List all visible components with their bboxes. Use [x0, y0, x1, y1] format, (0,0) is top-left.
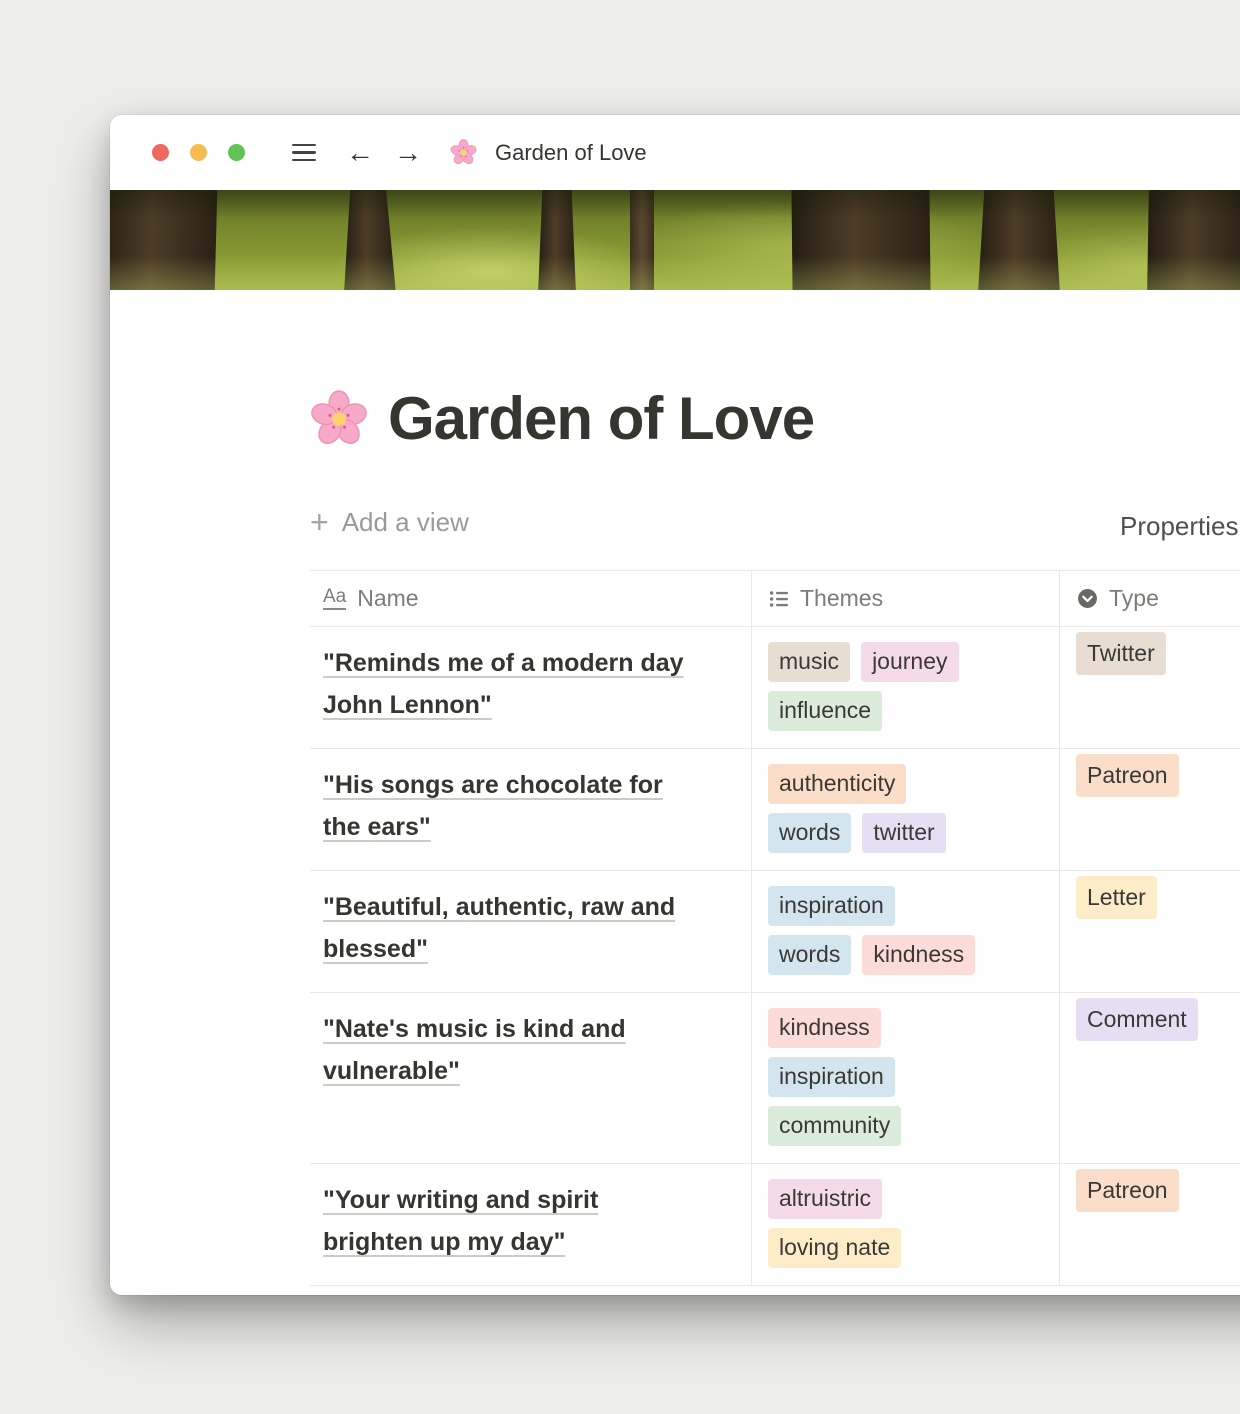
- column-label: Themes: [800, 585, 883, 612]
- type-tag: Twitter: [1076, 632, 1166, 675]
- column-label: Type: [1109, 585, 1159, 612]
- cherry-blossom-icon: [450, 139, 477, 166]
- add-view-button[interactable]: + Add a view: [310, 507, 469, 538]
- tag-line: altruistric: [768, 1179, 882, 1219]
- row-title[interactable]: "Reminds me of a modern day: [323, 642, 731, 684]
- type-tag: Comment: [1076, 998, 1198, 1041]
- tag-line: words kindness: [768, 935, 975, 975]
- sidebar-menu-icon[interactable]: [292, 144, 316, 162]
- minimize-window-button[interactable]: [190, 144, 207, 161]
- page-title: Garden of Love: [310, 384, 1240, 453]
- window-title: Garden of Love: [495, 140, 647, 166]
- row-title[interactable]: "His songs are chocolate for: [323, 764, 731, 806]
- row-title[interactable]: "Beautiful, authentic, raw and: [323, 886, 731, 928]
- add-view-label: Add a view: [342, 507, 469, 538]
- column-header-name[interactable]: Aa Name: [310, 571, 752, 626]
- multi-select-icon: [769, 589, 789, 609]
- name-cell[interactable]: "Reminds me of a modern dayJohn Lennon": [310, 627, 752, 748]
- row-title[interactable]: blessed": [323, 928, 731, 970]
- tag-line: inspiration: [768, 1057, 895, 1097]
- tag-line: influence: [768, 691, 882, 731]
- table-count-row[interactable]: COUNT 6: [310, 1286, 752, 1295]
- desktop-background: ← → Garden: [0, 0, 1240, 1414]
- name-cell[interactable]: "Beautiful, authentic, raw andblessed": [310, 871, 752, 992]
- type-cell[interactable]: Comment: [1060, 993, 1240, 1163]
- row-title[interactable]: John Lennon": [323, 684, 731, 726]
- plus-icon: +: [310, 508, 329, 537]
- theme-tag: altruistric: [768, 1179, 882, 1219]
- table-row: "Your writing and spiritbrighten up my d…: [310, 1164, 1240, 1286]
- theme-tag: inspiration: [768, 1057, 895, 1097]
- theme-tag: authenticity: [768, 764, 906, 804]
- back-arrow-icon[interactable]: ←: [346, 139, 374, 167]
- theme-tag: influence: [768, 691, 882, 731]
- theme-tag: music: [768, 642, 850, 682]
- cover-shading: [110, 190, 1240, 290]
- type-cell[interactable]: Twitter: [1060, 627, 1240, 748]
- tag-line: loving nate: [768, 1228, 901, 1268]
- forward-arrow-icon[interactable]: →: [394, 139, 422, 167]
- table-row: "His songs are chocolate forthe ears"aut…: [310, 749, 1240, 871]
- column-label: Name: [357, 585, 418, 612]
- tag-line: kindness: [768, 1008, 881, 1048]
- theme-tag: words: [768, 813, 851, 853]
- close-window-button[interactable]: [152, 144, 169, 161]
- select-icon: [1077, 588, 1098, 609]
- title-property-icon: Aa: [323, 587, 346, 610]
- type-tag: Patreon: [1076, 1169, 1179, 1212]
- tag-line: community: [768, 1106, 901, 1146]
- type-cell[interactable]: Patreon: [1060, 749, 1240, 870]
- name-cell[interactable]: "Nate's music is kind andvulnerable": [310, 993, 752, 1163]
- name-cell[interactable]: "His songs are chocolate forthe ears": [310, 749, 752, 870]
- theme-tag: inspiration: [768, 886, 895, 926]
- name-cell[interactable]: "Your writing and spiritbrighten up my d…: [310, 1164, 752, 1285]
- tag-line: authenticity: [768, 764, 906, 804]
- themes-cell[interactable]: kindness inspiration community: [752, 993, 1060, 1163]
- row-title[interactable]: "Your writing and spirit: [323, 1179, 731, 1221]
- row-title[interactable]: brighten up my day": [323, 1221, 731, 1263]
- column-header-type[interactable]: Type: [1060, 571, 1240, 626]
- properties-button[interactable]: Properties: [1120, 511, 1239, 542]
- type-tag: Letter: [1076, 876, 1157, 919]
- theme-tag: twitter: [862, 813, 945, 853]
- theme-tag: journey: [861, 642, 958, 682]
- tag-line: inspiration: [768, 886, 895, 926]
- cherry-blossom-icon: [310, 390, 368, 448]
- type-tag: Patreon: [1076, 754, 1179, 797]
- tag-line: music journey: [768, 642, 959, 682]
- app-window: ← → Garden: [110, 115, 1240, 1295]
- column-header-themes[interactable]: Themes: [752, 571, 1060, 626]
- theme-tag: kindness: [768, 1008, 881, 1048]
- themes-cell[interactable]: music journey influence: [752, 627, 1060, 748]
- table-body: "Reminds me of a modern dayJohn Lennon"m…: [310, 627, 1240, 1286]
- table-header-row: Aa Name Themes: [310, 570, 1240, 627]
- table-row: "Beautiful, authentic, raw andblessed"in…: [310, 871, 1240, 993]
- window-titlebar: ← → Garden: [110, 115, 1240, 190]
- themes-cell[interactable]: inspiration words kindness: [752, 871, 1060, 992]
- theme-tag: words: [768, 935, 851, 975]
- themes-cell[interactable]: authenticity words twitter: [752, 749, 1060, 870]
- theme-tag: community: [768, 1106, 901, 1146]
- tag-line: words twitter: [768, 813, 946, 853]
- row-title[interactable]: "Nate's music is kind and: [323, 1008, 731, 1050]
- row-title[interactable]: vulnerable": [323, 1050, 731, 1092]
- page-title-text: Garden of Love: [388, 384, 814, 453]
- table-row: "Nate's music is kind andvulnerable"kind…: [310, 993, 1240, 1164]
- type-cell[interactable]: Patreon: [1060, 1164, 1240, 1285]
- type-cell[interactable]: Letter: [1060, 871, 1240, 992]
- view-toolbar: + Add a view Properties: [310, 507, 1240, 547]
- themes-cell[interactable]: altruistric loving nate: [752, 1164, 1060, 1285]
- row-title[interactable]: the ears": [323, 806, 731, 848]
- theme-tag: kindness: [862, 935, 975, 975]
- page-content: Garden of Love + Add a view Properties A…: [110, 384, 1240, 1295]
- database-table: Aa Name Themes: [310, 570, 1240, 1295]
- theme-tag: loving nate: [768, 1228, 901, 1268]
- table-row: "Reminds me of a modern dayJohn Lennon"m…: [310, 627, 1240, 749]
- zoom-window-button[interactable]: [228, 144, 245, 161]
- cover-image[interactable]: [110, 190, 1240, 290]
